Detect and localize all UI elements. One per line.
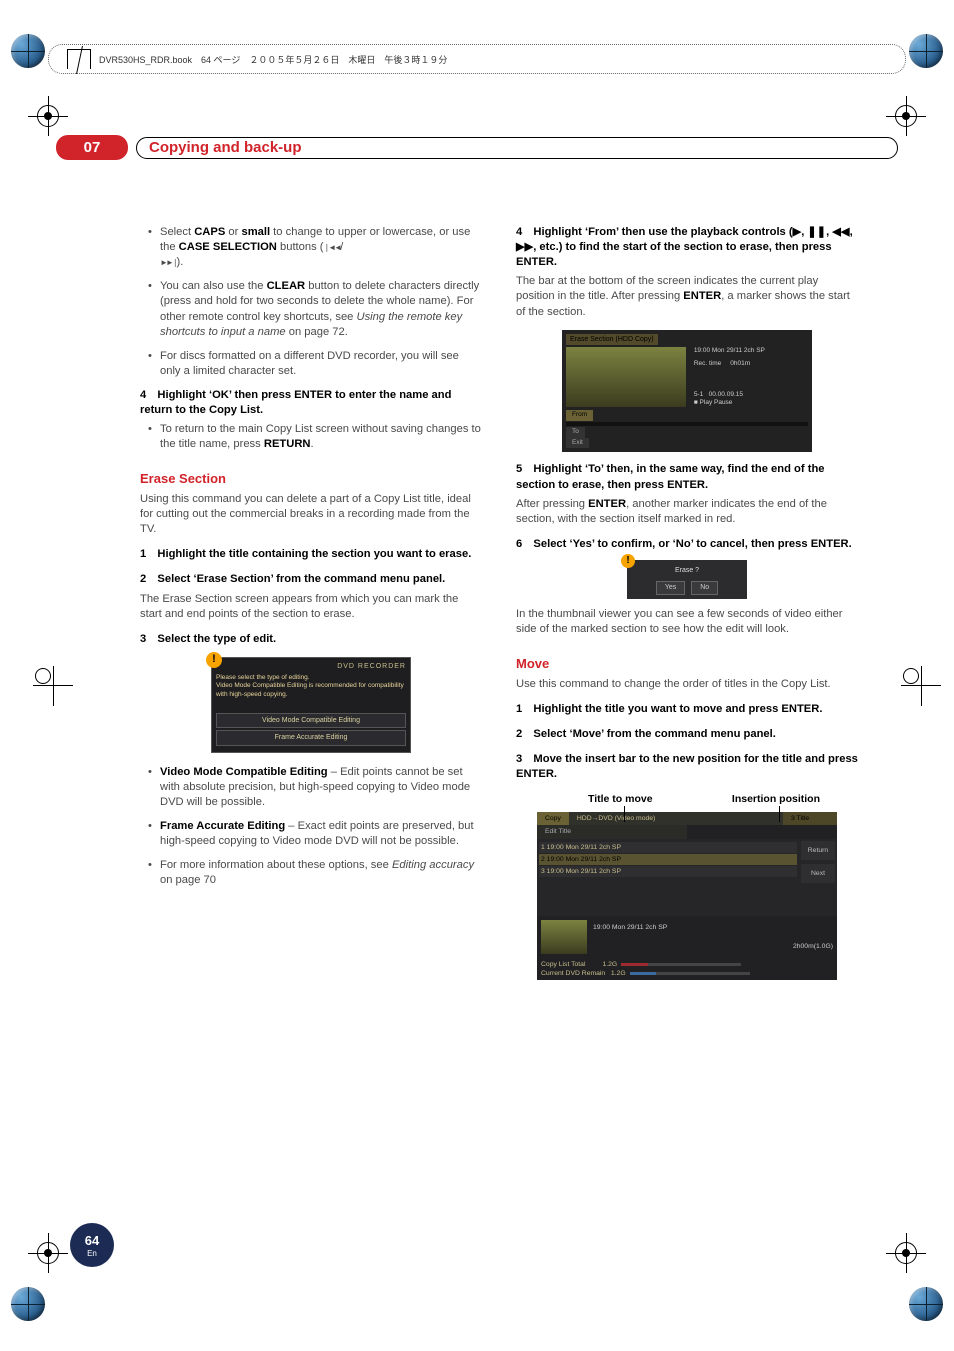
chapter-title: Copying and back-up (136, 137, 898, 159)
erase-step-4-body: The bar at the bottom of the screen indi… (516, 274, 858, 319)
erase-step-3: 3 Select the type of edit. (140, 632, 482, 647)
section-erase-heading: Erase Section (140, 470, 482, 488)
bullet-editacc: For more information about these options… (148, 858, 482, 888)
registration-mark-tl (28, 96, 68, 136)
bullet-fae: Frame Accurate Editing – Exact edit poin… (148, 819, 482, 849)
erase-step-2: 2 Select ‘Erase Section’ from the comman… (140, 572, 482, 587)
list-item[interactable]: 2 19:00 Mon 29/11 2ch SP (539, 854, 797, 865)
label-insertion-position: Insertion position (732, 792, 820, 806)
label-title-to-move: Title to move (588, 792, 653, 806)
move-step-3: 3 Move the insert bar to the new positio… (516, 752, 858, 782)
running-header: DVR530HS_RDR.book 64 ページ ２００５年５月２６日 木曜日 … (48, 44, 906, 74)
copy-list-ui: Copy HDD→DVD (Video mode) 3 Title Edit T… (537, 812, 837, 980)
erase-step-4: 4 Highlight ‘From’ then use the playback… (516, 225, 858, 270)
thumb-duration: 2h00m(1.0G) (593, 942, 833, 951)
erase-section-ui: Erase Section (HDD Copy) 19:00 Mon 29/11… (562, 330, 812, 453)
list-item[interactable]: 1 19:00 Mon 29/11 2ch SP (539, 842, 797, 853)
crop-disc-tr (909, 34, 943, 68)
dialog-message: Please select the type of editing. Video… (216, 674, 406, 698)
copylist-thumb (541, 920, 587, 954)
btn-frame-accurate[interactable]: Frame Accurate Editing (216, 730, 406, 745)
thumb-viewer-text: In the thumbnail viewer you can see a fe… (516, 607, 858, 637)
warning-icon: ! (206, 652, 222, 668)
bullet-charset: For discs formatted on a different DVD r… (148, 349, 482, 379)
skip-fwd-icon (160, 256, 177, 268)
move-intro: Use this command to change the order of … (516, 677, 858, 692)
erase-step-2-body: The Erase Section screen appears from wh… (140, 592, 482, 622)
bullet-return: To return to the main Copy List screen w… (148, 422, 482, 452)
thumb-datetime: 19:00 Mon 29/11 2ch SP (593, 923, 833, 932)
confirm-question: Erase ? (631, 566, 743, 575)
crop-disc-bl (11, 1287, 45, 1321)
chapter-number: 07 (56, 135, 128, 160)
tab-to[interactable]: To (566, 427, 585, 438)
btn-next[interactable]: Next (801, 864, 835, 883)
move-step-1: 1 Highlight the title you want to move a… (516, 702, 858, 717)
page-lang: En (87, 1249, 97, 1258)
copylist-labels: Title to move Insertion position (516, 792, 858, 806)
title-col-header: 3 Title (783, 812, 837, 825)
tab-copy[interactable]: Copy (537, 812, 569, 825)
copy-mode: HDD→DVD (Video mode) (569, 812, 783, 825)
edit-type-dialog: ! DVD RECORDER Please select the type of… (211, 657, 411, 753)
registration-mark-right (901, 666, 921, 686)
erase-step-5: 5 Highlight ‘To’ then, in the same way, … (516, 462, 858, 492)
erase-intro: Using this command you can delete a part… (140, 492, 482, 537)
section-move-heading: Move (516, 655, 858, 673)
page-number-badge: 64 En (70, 1223, 114, 1267)
left-column: Select CAPS or small to change to upper … (140, 225, 482, 1191)
erase-ui-thumb (566, 347, 686, 407)
confirm-no-button[interactable]: No (691, 581, 718, 594)
content-area: Select CAPS or small to change to upper … (140, 225, 858, 1191)
confirm-dialog: ! Erase ? Yes No (627, 560, 747, 599)
erase-ui-tabs: From To Exit (566, 410, 808, 448)
title-rows: 1 19:00 Mon 29/11 2ch SP 2 19:00 Mon 29/… (537, 839, 799, 917)
book-icon (67, 49, 91, 69)
page-number: 64 (85, 1233, 99, 1248)
erase-step-1: 1 Highlight the title containing the sec… (140, 547, 482, 562)
dialog-brand: DVD RECORDER (216, 662, 406, 671)
tab-from[interactable]: From (566, 410, 593, 421)
chapter-header: 07 Copying and back-up (56, 135, 898, 160)
bullet-vmce: Video Mode Compatible Editing – Edit poi… (148, 765, 482, 810)
list-item[interactable]: 3 19:00 Mon 29/11 2ch SP (539, 866, 797, 877)
btn-return[interactable]: Return (801, 841, 835, 860)
erase-step-5-body: After pressing ENTER, another marker ind… (516, 497, 858, 527)
erase-ui-info: 19:00 Mon 29/11 2ch SP Rec. time 0h01m 5… (694, 347, 765, 408)
registration-mark-tr (886, 96, 926, 136)
right-column: 4 Highlight ‘From’ then use the playback… (516, 225, 858, 1191)
warning-icon: ! (621, 554, 635, 568)
crop-disc-tl (11, 34, 45, 68)
registration-mark-bl (28, 1233, 68, 1273)
registration-mark-left (33, 666, 53, 686)
skip-back-icon (324, 241, 341, 253)
registration-mark-br (886, 1233, 926, 1273)
tab-exit[interactable]: Exit (566, 438, 589, 449)
bullet-caps: Select CAPS or small to change to upper … (148, 225, 482, 270)
bullet-clear: You can also use the CLEAR button to del… (148, 279, 482, 339)
erase-step-6: 6 Select ‘Yes’ to confirm, or ‘No’ to ca… (516, 537, 858, 552)
btn-video-mode-compatible[interactable]: Video Mode Compatible Editing (216, 713, 406, 728)
confirm-yes-button[interactable]: Yes (656, 581, 685, 594)
edit-title-label: Edit Title (537, 825, 687, 838)
erase-ui-header: Erase Section (HDD Copy) (566, 334, 658, 345)
step-4-ok: 4 Highlight ‘OK’ then press ENTER to ent… (140, 388, 482, 418)
move-step-2: 2 Select ‘Move’ from the command menu pa… (516, 727, 858, 742)
runhead-text: DVR530HS_RDR.book 64 ページ ２００５年５月２６日 木曜日 … (99, 53, 447, 66)
crop-disc-br (909, 1287, 943, 1321)
